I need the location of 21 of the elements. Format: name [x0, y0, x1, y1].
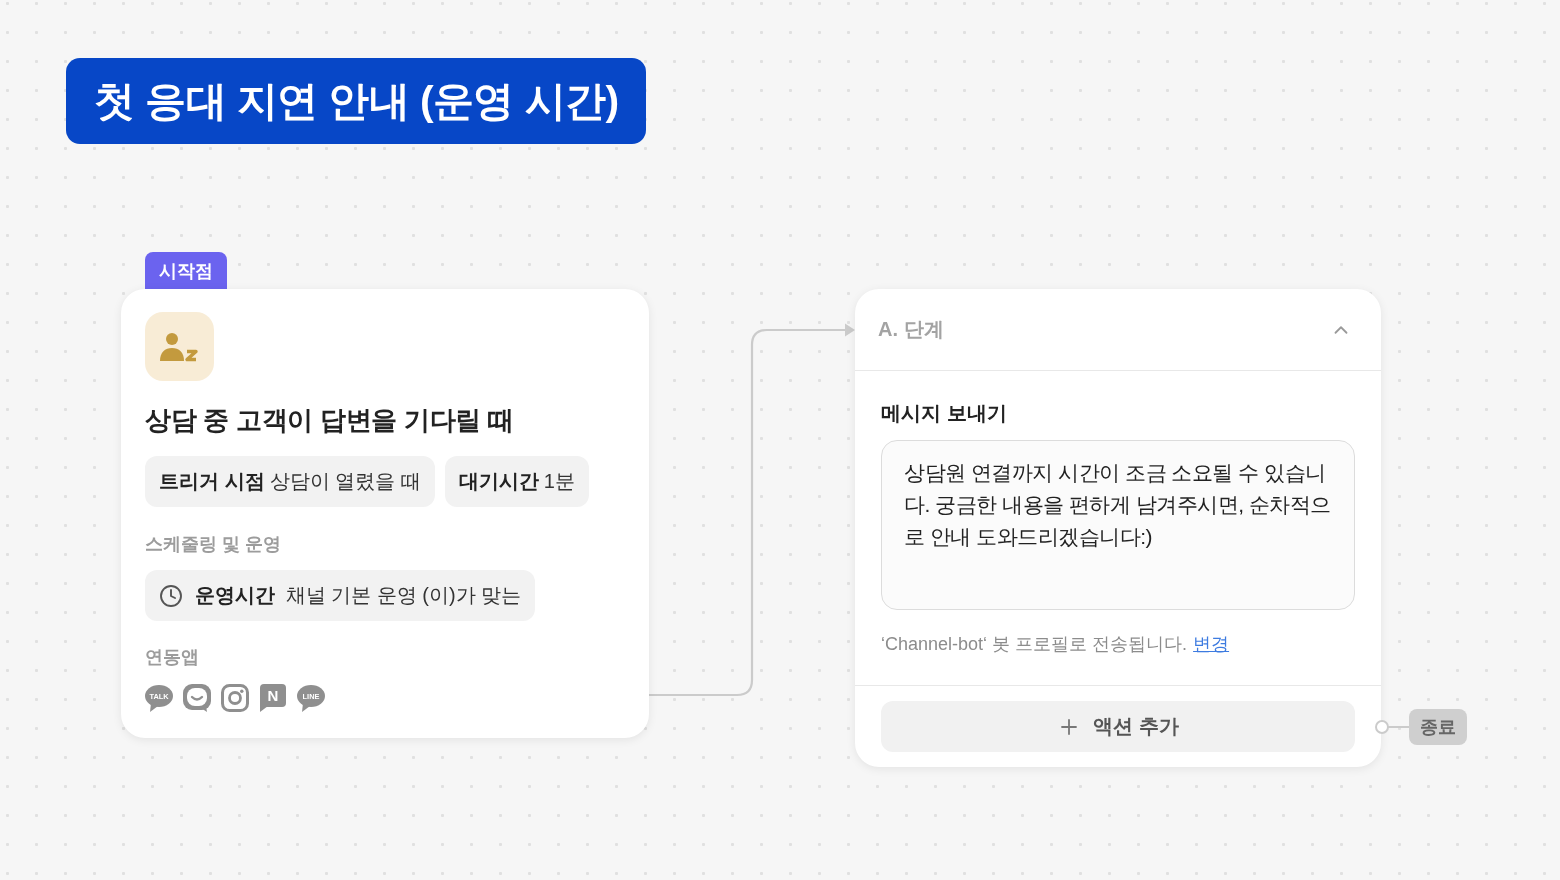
step-name: A. 단계: [878, 317, 944, 342]
add-action-button[interactable]: 액션 추가: [881, 701, 1355, 752]
sleeping-person-icon: [145, 312, 214, 381]
change-link[interactable]: 변경: [1193, 634, 1230, 654]
end-connector: [1375, 720, 1411, 734]
end-node: 종료: [1409, 709, 1467, 745]
clock-icon: [159, 583, 183, 608]
flow-title: 첫 응대 지연 안내 (운영 시간): [66, 58, 647, 144]
start-badge: 시작점: [145, 252, 227, 289]
action-title: 메시지 보내기: [881, 401, 1008, 426]
sender-note: ‘Channel-bot‘ 봇 프로필로 전송됩니다. 변경: [881, 633, 1231, 656]
trigger-title: 상담 중 고객이 답변을 기다릴 때: [145, 404, 514, 437]
smile-bubble-icon: [183, 684, 211, 712]
message-field[interactable]: 상담원 연결까지 시간이 조금 소요될 수 있습니다. 궁금한 내용을 편하게 남겨주시면, 순차적으로 안내 도와드리겠습니다:): [881, 440, 1355, 610]
section-label: 스케줄링 및 운영: [145, 533, 281, 556]
camera-icon: [221, 684, 249, 712]
section-label: 연동앱: [145, 646, 199, 669]
condition-chip: 트리거 시점 상담이 열렸을 때: [145, 456, 435, 507]
condition-chip: 대기시간 1분: [444, 456, 589, 507]
schedule-text: 운영시간 채널 기본 운영 (이)가 맞는: [195, 583, 522, 608]
step-node-card[interactable]: A. 단계 메시지 보내기 상담원 연결까지 시간이 조금 소요될 수 있습니다. 궁금한 내용을 편하게 남겨주시면, 순차적으로 안내 도와드리겠습니다:) ‘Channel-bot‘ 봇 프로필로 전송됩니다. 변경 액션 추가: [855, 289, 1381, 767]
